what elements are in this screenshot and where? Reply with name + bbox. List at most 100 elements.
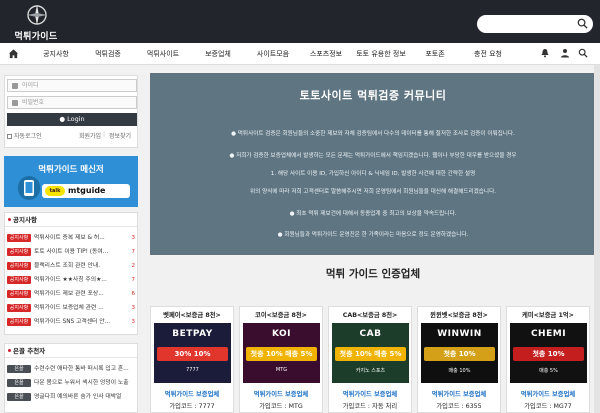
- section-title: 먹튀 가이드 인증업체: [325, 268, 421, 280]
- partner-brand: CAB: [359, 329, 382, 339]
- list-item[interactable]: 공지사항 먹튀가이드 제보 관련 포상... 6: [7, 288, 135, 300]
- divider: |: [103, 131, 106, 138]
- comment-count: 6: [131, 291, 136, 297]
- partner-banner-image[interactable]: KOI 첫충 10% 매충 5% MTG: [243, 323, 320, 383]
- partner-banner-image[interactable]: CHEMI 첫충 10% 매충 5%: [510, 323, 587, 383]
- signup-code: 가입코드 : 6355: [436, 403, 482, 410]
- notice-text: 블랙리스트 조회 관련 안내.: [34, 263, 101, 269]
- nav-item-site-collection[interactable]: 사이트모음: [250, 43, 296, 65]
- user-icon[interactable]: [560, 48, 570, 58]
- nav-item-guaranteed[interactable]: 보증업체: [196, 43, 240, 65]
- hero-line: 위의 양식에 따라 저희 고객센터로 말씀해주시면 저희 운영팀에서 회원님들을…: [250, 189, 496, 195]
- bonus-subtext: 매충 10%: [448, 368, 471, 374]
- bonus-subtext: MTG: [275, 367, 288, 373]
- recommend-panel-title[interactable]: 은꼴 추천자: [5, 344, 137, 358]
- search-icon[interactable]: [577, 18, 588, 29]
- verified-label: 먹튀가이드 보증업체: [253, 391, 309, 398]
- bonus-subtext: 카지노 스포츠: [355, 368, 386, 374]
- page-scrollbar[interactable]: [594, 65, 600, 413]
- partner-card[interactable]: CAB<보증금 8천> CAB 첫충 10% 매충 5% 카지노 스포츠 먹튀가…: [328, 306, 412, 413]
- signup-link[interactable]: 회원가입: [79, 131, 101, 140]
- nav-item-toto-info[interactable]: 토토 유용한 정보: [352, 43, 410, 65]
- nav-item-scam-sites[interactable]: 먹튀사이트: [140, 43, 186, 65]
- verified-label: 먹튀가이드 보증업체: [431, 391, 487, 398]
- find-account-link[interactable]: 정보찾기: [109, 131, 131, 140]
- user-icon: [12, 83, 18, 89]
- hero-banner: 토토사이트 먹튀검증 커뮤니티 ● 먹튀사이트 검증은 회원님들의 소중한 제보…: [150, 73, 596, 255]
- logo-text: 먹튀가이드: [14, 32, 58, 42]
- partner-brand: KOI: [271, 329, 292, 339]
- hero-line: ● 회원님들과 먹튀가이드 운영진은 한 가족이라는 마음으로 정도 운영하겠습…: [277, 232, 469, 238]
- top-header: 먹튀가이드: [0, 0, 600, 43]
- list-item[interactable]: 공지사항 블랙리스트 조회 관련 안내. 2: [7, 260, 135, 272]
- auto-login-label[interactable]: 자동로그인: [14, 133, 42, 140]
- password-placeholder: 비밀번호: [22, 99, 45, 106]
- list-item[interactable]: 은꼴 영글다희 예의바른 숨가 인사 대박얼: [7, 391, 135, 403]
- nav-item-photo[interactable]: 포토존: [418, 43, 452, 65]
- list-item[interactable]: 공지사항 먹튀가이드 SNS 고객센터 안... 3: [7, 316, 135, 328]
- partner-banner-image[interactable]: CAB 첫충 10% 매충 5% 카지노 스포츠: [332, 323, 409, 383]
- bonus-subtext: 매충 5%: [539, 368, 558, 374]
- comment-count: 7: [131, 277, 136, 283]
- partner-banner-image[interactable]: BETPAY 30% 10% 7777: [154, 323, 231, 383]
- list-item[interactable]: 공지사항 먹튀사이트 증복 제보 & 허... 3: [7, 232, 135, 244]
- list-item[interactable]: 은꼴 다운 몸으로 누워서 섹시한 엉덩이 노출: [7, 377, 135, 389]
- notice-panel-title[interactable]: 공지사항: [5, 213, 137, 227]
- comment-count: 3: [131, 319, 136, 325]
- partner-name: 코이<보증금 8천>: [255, 312, 307, 319]
- post-text: 수련수련 애타한 통바 떠시록 입고 흔...: [34, 366, 129, 372]
- verified-label: 먹튀가이드 보증업체: [520, 391, 576, 398]
- comment-count: 3: [131, 305, 136, 311]
- search-icon[interactable]: [578, 48, 588, 58]
- notice-text: 먹튀가이드 SNS 고객센터 안...: [34, 319, 111, 325]
- banner-title: 먹튀가이드 메신저: [38, 165, 104, 175]
- notice-text: 먹튀가이드 ★★사칭 주의★...: [34, 277, 107, 283]
- bonus-subtext: 7777: [186, 367, 199, 373]
- phone-icon: [18, 176, 40, 200]
- signup-code: 가입코드 : MTG: [259, 403, 303, 410]
- bonus-badge: 첫충 10% 매충 5%: [335, 347, 406, 361]
- list-item[interactable]: 공지사항 먹튀가이드 ★★사칭 주의★... 7: [7, 274, 135, 286]
- list-item[interactable]: 공지사항 토토 사이트 이용 TIP! (동여... 7: [7, 246, 135, 258]
- search-input[interactable]: [477, 15, 593, 33]
- lock-icon: ●: [59, 115, 68, 123]
- partner-card[interactable]: 케미<보증금 1억> CHEMI 첫충 10% 매충 5% 먹튀가이드 보증업체…: [506, 306, 590, 413]
- list-item[interactable]: 공지사항 먹튀가이드 보증업체 관련 ... 3: [7, 302, 135, 314]
- bonus-badge: 첫충 10%: [513, 347, 584, 361]
- home-icon[interactable]: [8, 48, 19, 59]
- notice-tag: 공지사항: [7, 261, 31, 270]
- post-tag: 은꼴: [7, 378, 31, 387]
- hero-title: 토토사이트 먹튀검증 커뮤니티: [299, 89, 447, 102]
- hero-line: ● 최초 먹튀 제보건에 대해서 동종업계 중 최고의 보상을 약속드립니다.: [289, 211, 457, 217]
- partner-card[interactable]: 윈윈벳<보증금 8천> WINWIN 첫충 10% 매충 10% 먹튀가이드 보…: [417, 306, 501, 413]
- auto-login-checkbox[interactable]: [7, 134, 12, 139]
- partner-banner-image[interactable]: WINWIN 첫충 10% 매충 10%: [421, 323, 498, 383]
- username-placeholder: 아이디: [22, 82, 39, 89]
- partner-name: CAB<보증금 8천>: [342, 312, 398, 319]
- nav-item-verify[interactable]: 먹튀검증: [86, 43, 130, 65]
- partner-card[interactable]: 벳페이<보증금 8천> BETPAY 30% 10% 7777 먹튀가이드 보증…: [150, 306, 234, 413]
- comment-count: 2: [131, 263, 136, 269]
- list-item[interactable]: 은꼴 수련수련 애타한 통바 떠시록 입고 흔...: [7, 363, 135, 375]
- site-logo[interactable]: 먹튀가이드: [6, 4, 66, 42]
- bell-icon[interactable]: [540, 48, 550, 58]
- username-field[interactable]: 아이디: [7, 79, 137, 92]
- login-button[interactable]: ● Login: [7, 113, 137, 126]
- post-text: 영글다희 예의바른 숨가 인사 대박얼: [34, 394, 122, 400]
- partner-card[interactable]: 코이<보증금 8천> KOI 첫충 10% 매충 5% MTG 먹튀가이드 보증…: [239, 306, 323, 413]
- password-field[interactable]: 비밀번호: [7, 96, 137, 109]
- signup-code: 가입코드 : 7777: [169, 403, 215, 410]
- nav-item-notice[interactable]: 공지사항: [34, 43, 78, 65]
- signup-code: 가입코드 : 자동 처리: [342, 403, 398, 410]
- notice-text: 먹튀가이드 제보 관련 포상...: [34, 291, 104, 297]
- login-links: 자동로그인 회원가입 | 정보찾기: [7, 131, 137, 140]
- notice-tag: 공지사항: [7, 275, 31, 284]
- post-tag: 은꼴: [7, 392, 31, 401]
- signup-code: 가입코드 : MG77: [524, 403, 572, 410]
- nav-item-charge[interactable]: 충전 요청: [466, 43, 510, 65]
- recommend-panel: 은꼴 추천자 은꼴 수련수련 애타한 통바 떠시록 입고 흔... 은꼴 다운 몸으…: [4, 343, 138, 413]
- messenger-banner[interactable]: 먹튀가이드 메신저 talk mtguide: [4, 156, 138, 207]
- login-button-label: Login: [67, 115, 85, 123]
- nav-item-sports[interactable]: 스포츠정보: [304, 43, 348, 65]
- verified-label: 먹튀가이드 보증업체: [164, 391, 220, 398]
